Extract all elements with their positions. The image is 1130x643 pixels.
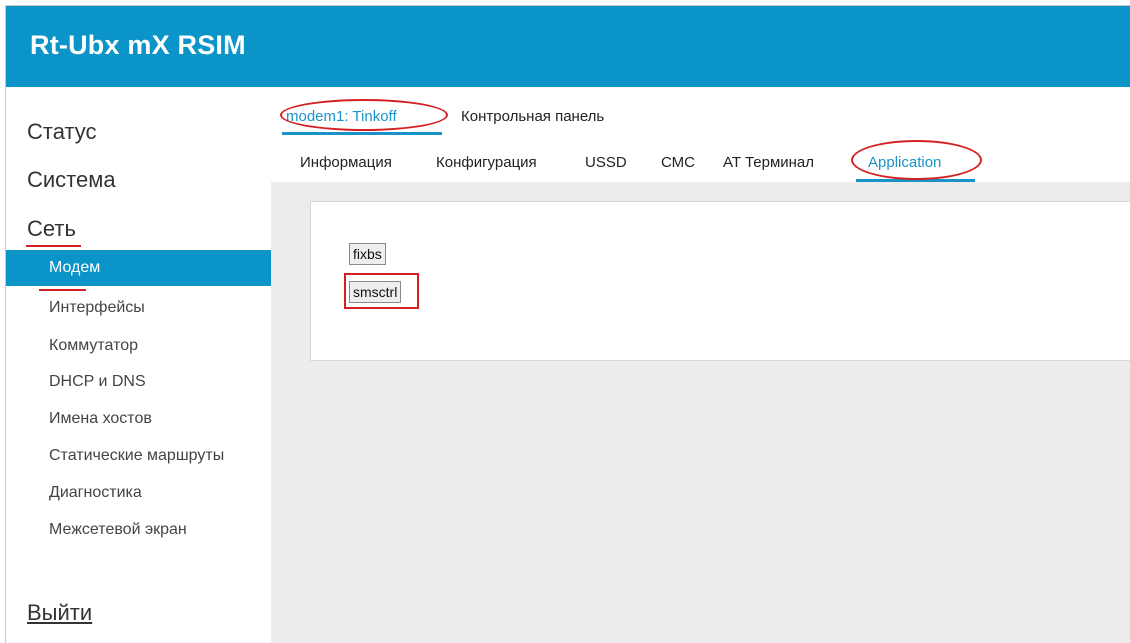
sidebar-item-status[interactable]: Статус bbox=[27, 119, 97, 145]
sidebar-item-static-routes[interactable]: Статические маршруты bbox=[6, 438, 271, 474]
sidebar: Статус Система Сеть Модем Интерфейсы Ком… bbox=[6, 87, 271, 643]
app-title[interactable]: Rt-Ubx mX RSIM bbox=[30, 30, 246, 61]
sidebar-item-switch[interactable]: Коммутатор bbox=[6, 328, 271, 364]
tab-at-terminal[interactable]: AT Терминал bbox=[723, 154, 814, 171]
smsctrl-highlight-box bbox=[344, 273, 419, 309]
application-panel: fixbs smsctrl bbox=[310, 201, 1130, 361]
tab-modem1[interactable]: modem1: Tinkoff bbox=[286, 108, 397, 125]
sidebar-item-diagnostics[interactable]: Диагностика bbox=[6, 475, 271, 511]
tab-configuration[interactable]: Конфигурация bbox=[436, 154, 537, 171]
sidebar-item-modem[interactable]: Модем bbox=[6, 250, 271, 286]
tab-sms[interactable]: СМС bbox=[661, 154, 695, 171]
sidebar-item-dhcp-dns[interactable]: DHCP и DNS bbox=[6, 364, 271, 400]
app-frame: Rt-Ubx mX RSIM Статус Система Сеть Модем… bbox=[5, 5, 1130, 643]
logout-link[interactable]: Выйти bbox=[27, 600, 92, 626]
network-highlight-underline bbox=[26, 245, 81, 247]
tab-information[interactable]: Информация bbox=[300, 154, 392, 171]
header-bar: Rt-Ubx mX RSIM bbox=[6, 6, 1130, 87]
tab-ussd[interactable]: USSD bbox=[585, 154, 627, 171]
fixbs-button[interactable]: fixbs bbox=[349, 243, 386, 265]
sidebar-item-network[interactable]: Сеть bbox=[27, 216, 76, 242]
tab-control-panel[interactable]: Контрольная панель bbox=[461, 108, 604, 125]
sidebar-item-interfaces[interactable]: Интерфейсы bbox=[6, 290, 271, 326]
sidebar-item-hostnames[interactable]: Имена хостов bbox=[6, 401, 271, 437]
sidebar-item-system[interactable]: Система bbox=[27, 167, 116, 193]
tab-application[interactable]: Application bbox=[868, 154, 941, 171]
main-content: modem1: Tinkoff Контрольная панель Инфор… bbox=[271, 87, 1130, 643]
tab-modem1-underline bbox=[282, 132, 442, 135]
sidebar-item-firewall[interactable]: Межсетевой экран bbox=[6, 512, 271, 548]
